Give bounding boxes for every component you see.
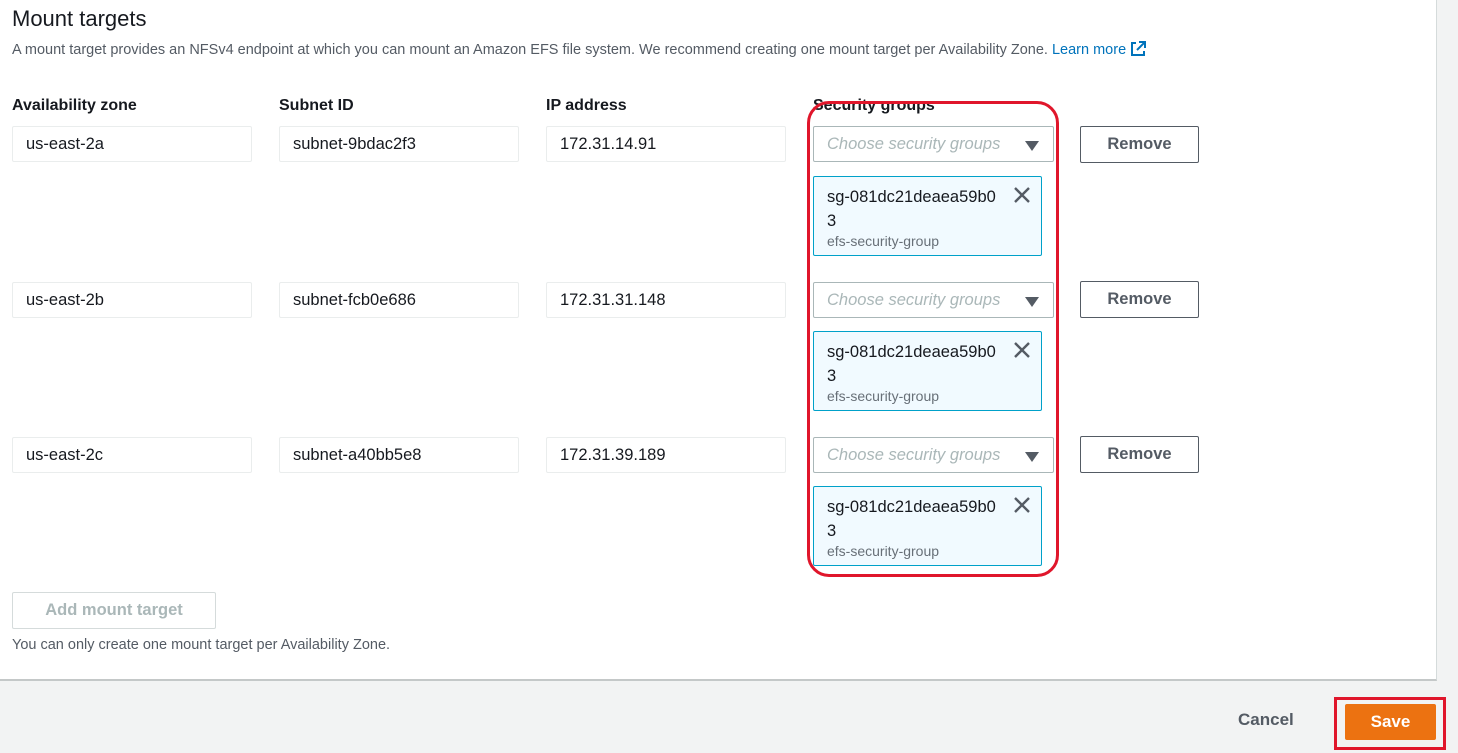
description-text: A mount target provides an NFSv4 endpoin… — [12, 42, 1048, 58]
availability-zone-field[interactable]: us-east-2b — [12, 282, 252, 318]
column-header-ip-address: IP address — [546, 97, 627, 114]
caret-down-icon — [1025, 141, 1039, 151]
close-icon[interactable] — [1013, 496, 1031, 514]
caret-down-icon — [1025, 452, 1039, 462]
section-description: A mount target provides an NFSv4 endpoin… — [12, 41, 1147, 58]
subnet-id-field[interactable]: subnet-fcb0e686 — [279, 282, 519, 318]
column-header-subnet-id: Subnet ID — [279, 97, 354, 114]
close-icon[interactable] — [1013, 186, 1031, 204]
availability-zone-field[interactable]: us-east-2c — [12, 437, 252, 473]
mount-targets-panel: Mount targets A mount target provides an… — [0, 0, 1437, 681]
section-title: Mount targets — [12, 6, 147, 31]
security-group-token: sg-081dc21deaea59b03 efs-security-group — [813, 331, 1042, 411]
subnet-id-field[interactable]: subnet-a40bb5e8 — [279, 437, 519, 473]
availability-zone-field[interactable]: us-east-2a — [12, 126, 252, 162]
remove-button[interactable]: Remove — [1080, 126, 1199, 163]
learn-more-link[interactable]: Learn more — [1051, 41, 1147, 58]
close-icon[interactable] — [1013, 341, 1031, 359]
select-placeholder: Choose security groups — [827, 135, 1001, 153]
security-group-token: sg-081dc21deaea59b03 efs-security-group — [813, 176, 1042, 256]
column-header-security-groups: Security groups — [813, 97, 935, 114]
security-groups-select[interactable]: Choose security groups — [813, 282, 1054, 318]
token-group-name: efs-security-group — [827, 388, 940, 404]
external-link-icon — [1131, 41, 1147, 56]
security-groups-select[interactable]: Choose security groups — [813, 437, 1054, 473]
ip-address-field[interactable]: 172.31.39.189 — [546, 437, 786, 473]
hint-text: You can only create one mount target per… — [12, 637, 391, 653]
select-placeholder: Choose security groups — [827, 291, 1001, 309]
column-header-availability-zone: Availability zone — [12, 97, 137, 114]
cancel-button[interactable]: Cancel — [1238, 710, 1294, 730]
security-group-token: sg-081dc21deaea59b03 efs-security-group — [813, 486, 1042, 566]
token-group-id: sg-081dc21deaea59b03 — [827, 343, 996, 385]
subnet-id-field[interactable]: subnet-9bdac2f3 — [279, 126, 519, 162]
remove-button[interactable]: Remove — [1080, 436, 1199, 473]
security-groups-select[interactable]: Choose security groups — [813, 126, 1054, 162]
remove-button[interactable]: Remove — [1080, 281, 1199, 318]
token-group-id: sg-081dc21deaea59b03 — [827, 188, 996, 230]
add-mount-target-button[interactable]: Add mount target — [12, 592, 216, 629]
ip-address-field[interactable]: 172.31.31.148 — [546, 282, 786, 318]
caret-down-icon — [1025, 297, 1039, 307]
save-button[interactable]: Save — [1345, 704, 1436, 740]
token-group-name: efs-security-group — [827, 233, 940, 249]
token-group-name: efs-security-group — [827, 543, 940, 559]
ip-address-field[interactable]: 172.31.14.91 — [546, 126, 786, 162]
token-group-id: sg-081dc21deaea59b03 — [827, 498, 996, 540]
select-placeholder: Choose security groups — [827, 446, 1001, 464]
learn-more-label: Learn more — [1051, 42, 1127, 58]
